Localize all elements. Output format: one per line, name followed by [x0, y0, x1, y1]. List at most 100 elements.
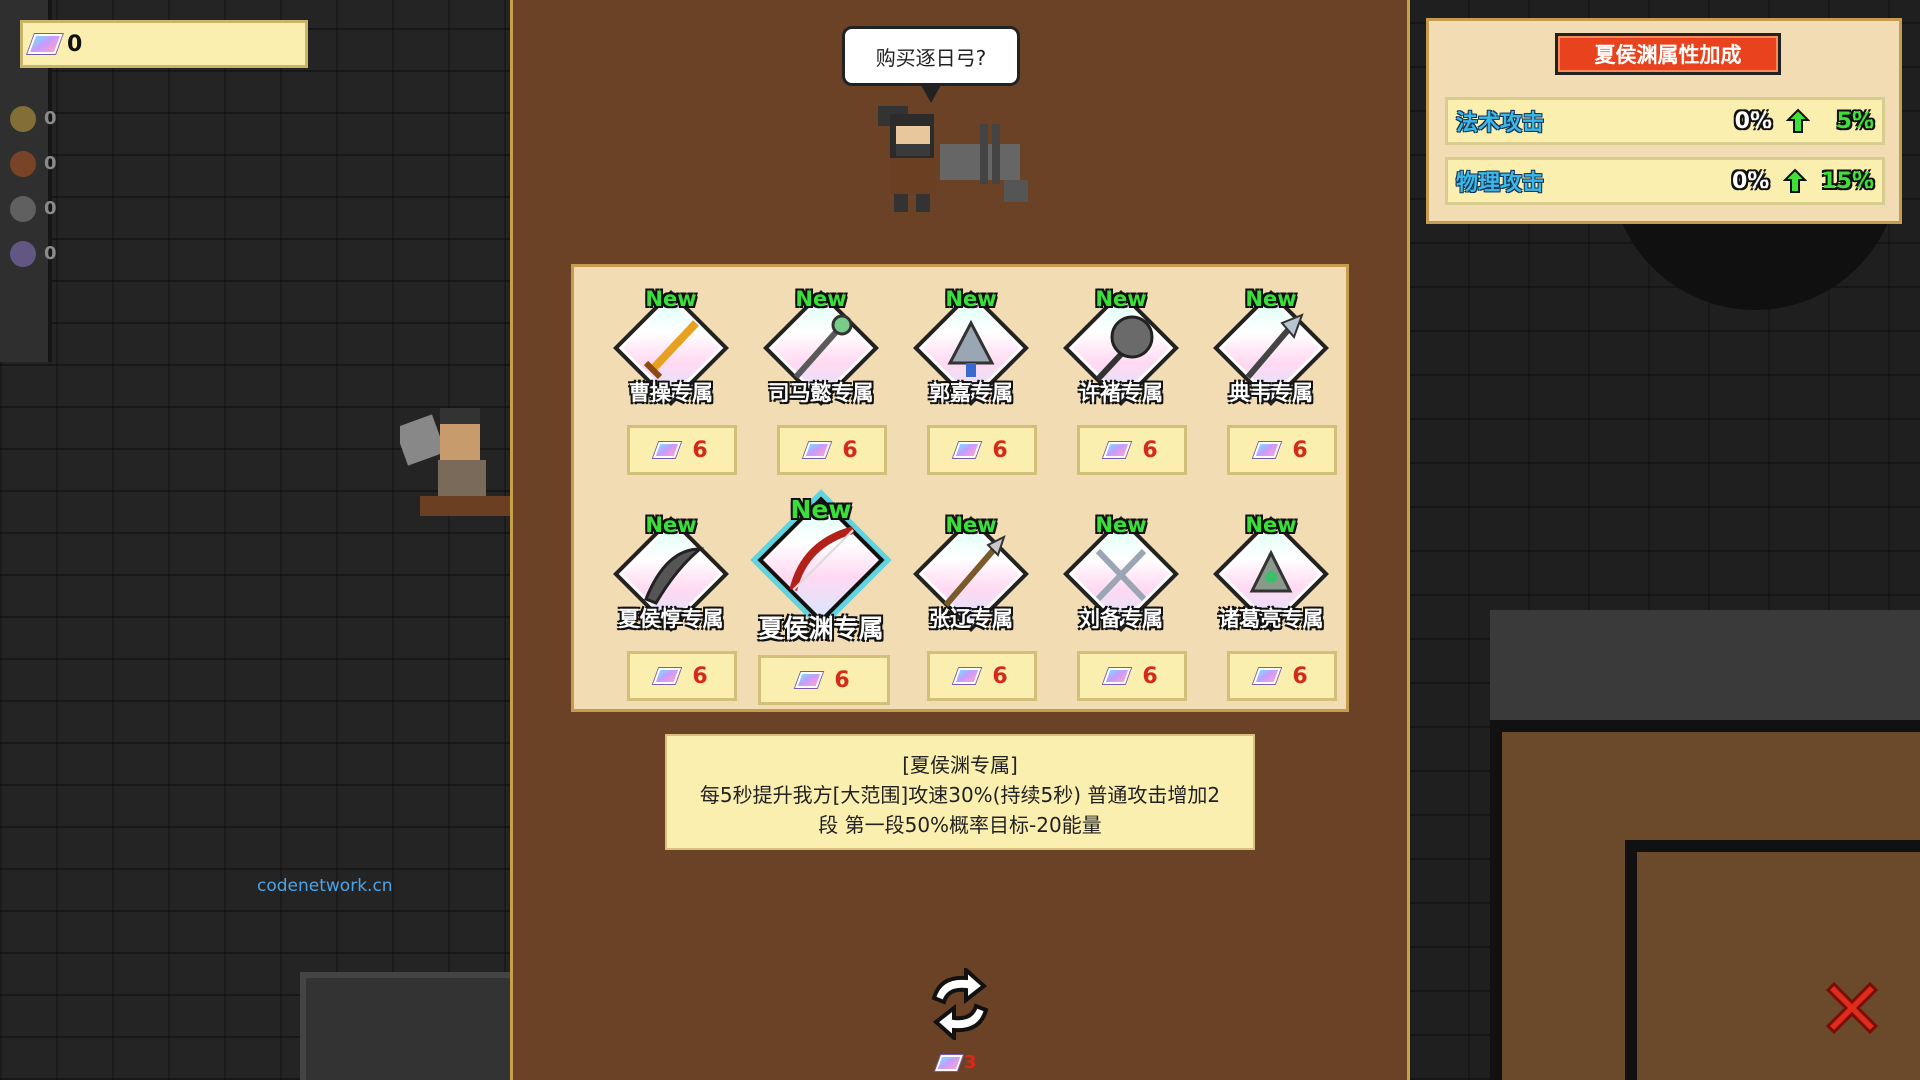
- resource-value: 0: [44, 108, 57, 129]
- item-price[interactable]: 6: [1227, 425, 1337, 475]
- merchant-speech-bubble: 购买逐日弓?: [842, 26, 1020, 103]
- resource-row: 0: [10, 231, 57, 276]
- crystal-icon: [935, 1054, 963, 1071]
- description-line: 段 第一段50%概率目标-20能量: [818, 813, 1102, 837]
- price-value: 6: [692, 663, 708, 689]
- price-value: 6: [834, 667, 850, 693]
- item-price[interactable]: 6: [1227, 651, 1337, 701]
- item-description: [夏侯渊专属] 每5秒提升我方[大范围]攻速30%(持续5秒) 普通攻击增加2 …: [665, 734, 1255, 850]
- shop-item[interactable]: New 许褚专属 6: [1046, 267, 1196, 475]
- warrior-npc-sprite: [400, 408, 510, 516]
- description-line: 每5秒提升我方[大范围]攻速30%(持续5秒) 普通攻击增加2: [699, 783, 1221, 807]
- crystal-icon: [953, 668, 982, 684]
- refresh-cost-value: 3: [964, 1052, 977, 1073]
- item-name: 诸葛亮专属: [1218, 607, 1324, 631]
- resource-list: 0 0 0 0: [10, 96, 57, 276]
- crystal-icon: [653, 442, 682, 458]
- stat-new: 15%: [1821, 168, 1874, 194]
- stone-icon: [10, 195, 36, 222]
- watermark-text: codenetwork.cn: [257, 876, 393, 896]
- attribute-bonus-panel: 夏侯渊属性加成 法术攻击 0% 5% 物理攻击 0% 15%: [1426, 18, 1902, 224]
- item-price[interactable]: 6: [627, 651, 737, 701]
- close-icon[interactable]: [1820, 976, 1884, 1040]
- shop-item[interactable]: New 夏侯惇专属 6: [596, 485, 746, 701]
- new-badge: New: [1095, 513, 1147, 537]
- crystal-currency-bar: 0: [20, 20, 308, 68]
- price-value: 6: [992, 437, 1008, 463]
- resource-value: 0: [44, 153, 57, 174]
- new-badge: New: [1095, 287, 1147, 311]
- crystal-icon: [803, 442, 832, 458]
- shop-item[interactable]: New 刘备专属 6: [1046, 485, 1196, 701]
- stat-current: 0%: [1731, 168, 1770, 194]
- item-price[interactable]: 6: [927, 425, 1037, 475]
- resource-row: 0: [10, 141, 57, 186]
- item-price[interactable]: 6: [1077, 651, 1187, 701]
- item-name: 夏侯渊专属: [758, 614, 884, 643]
- item-name: 郭嘉专属: [929, 381, 1013, 405]
- item-name: 曹操专属: [629, 381, 713, 405]
- shop-item[interactable]: New 典韦专属 6: [1196, 267, 1346, 475]
- item-name: 夏侯惇专属: [618, 607, 724, 631]
- item-name: 张辽专属: [929, 607, 1013, 631]
- stat-name: 物理攻击: [1456, 171, 1545, 196]
- crystal-icon: [795, 672, 824, 688]
- item-price[interactable]: 6: [1077, 425, 1187, 475]
- item-grid: New 曹操专属 6 New 司马懿专属 6 New 郭嘉专属 6 New 许褚…: [571, 264, 1349, 712]
- item-price[interactable]: 6: [777, 425, 887, 475]
- crystal-amount: 0: [67, 31, 83, 57]
- new-badge: New: [790, 495, 852, 524]
- new-badge: New: [945, 287, 997, 311]
- item-price[interactable]: 6: [758, 655, 890, 705]
- arrow-up-icon: [1786, 108, 1810, 133]
- crystal-icon: [953, 442, 982, 458]
- shop-item-selected[interactable]: New 夏侯渊专属 6: [746, 485, 896, 705]
- new-badge: New: [1245, 287, 1297, 311]
- price-value: 6: [1292, 663, 1308, 689]
- crystal-icon: [27, 34, 63, 54]
- shop-item[interactable]: New 诸葛亮专属 6: [1196, 485, 1346, 701]
- dungeon-room-inner: [1625, 840, 1920, 1080]
- dungeon-background-left: [0, 0, 510, 1080]
- refresh-cost: 3: [935, 1052, 977, 1073]
- crystal-icon: [10, 240, 36, 267]
- gold-ingot-icon: [10, 105, 36, 132]
- new-badge: New: [645, 513, 697, 537]
- arrow-up-icon: [1783, 168, 1808, 193]
- price-value: 6: [692, 437, 708, 463]
- price-value: 6: [992, 663, 1008, 689]
- refresh-icon[interactable]: [920, 968, 1000, 1040]
- item-name: 典韦专属: [1229, 381, 1313, 405]
- item-name: 刘备专属: [1079, 607, 1163, 631]
- shop-item[interactable]: New 张辽专属 6: [896, 485, 1046, 701]
- price-value: 6: [1142, 663, 1158, 689]
- dungeon-floor-tile: [300, 972, 510, 1080]
- shop-item[interactable]: New 曹操专属 6: [596, 267, 746, 475]
- crystal-icon: [653, 668, 682, 684]
- new-badge: New: [645, 287, 697, 311]
- coin-icon: [10, 150, 36, 177]
- stat-row-physical-attack: 物理攻击 0% 15%: [1445, 157, 1885, 205]
- new-badge: New: [795, 287, 847, 311]
- description-title: [夏侯渊专属]: [902, 753, 1018, 777]
- bonus-panel-title: 夏侯渊属性加成: [1555, 33, 1781, 75]
- stat-name: 法术攻击: [1456, 111, 1545, 136]
- price-value: 6: [1292, 437, 1308, 463]
- price-value: 6: [842, 437, 858, 463]
- new-badge: New: [1245, 513, 1297, 537]
- stat-new: 5%: [1836, 108, 1874, 134]
- shop-item[interactable]: New 司马懿专属 6: [746, 267, 896, 475]
- item-price[interactable]: 6: [627, 425, 737, 475]
- stat-current: 0%: [1734, 108, 1772, 134]
- item-price[interactable]: 6: [927, 651, 1037, 701]
- resource-row: 0: [10, 96, 57, 141]
- resource-value: 0: [44, 243, 57, 264]
- crystal-icon: [1103, 442, 1132, 458]
- shop-item[interactable]: New 郭嘉专属 6: [896, 267, 1046, 475]
- crystal-icon: [1103, 668, 1132, 684]
- merchant-sprite: [878, 106, 1028, 212]
- resource-row: 0: [10, 186, 57, 231]
- crystal-icon: [1253, 668, 1282, 684]
- price-value: 6: [1142, 437, 1158, 463]
- item-name: 许褚专属: [1079, 381, 1163, 405]
